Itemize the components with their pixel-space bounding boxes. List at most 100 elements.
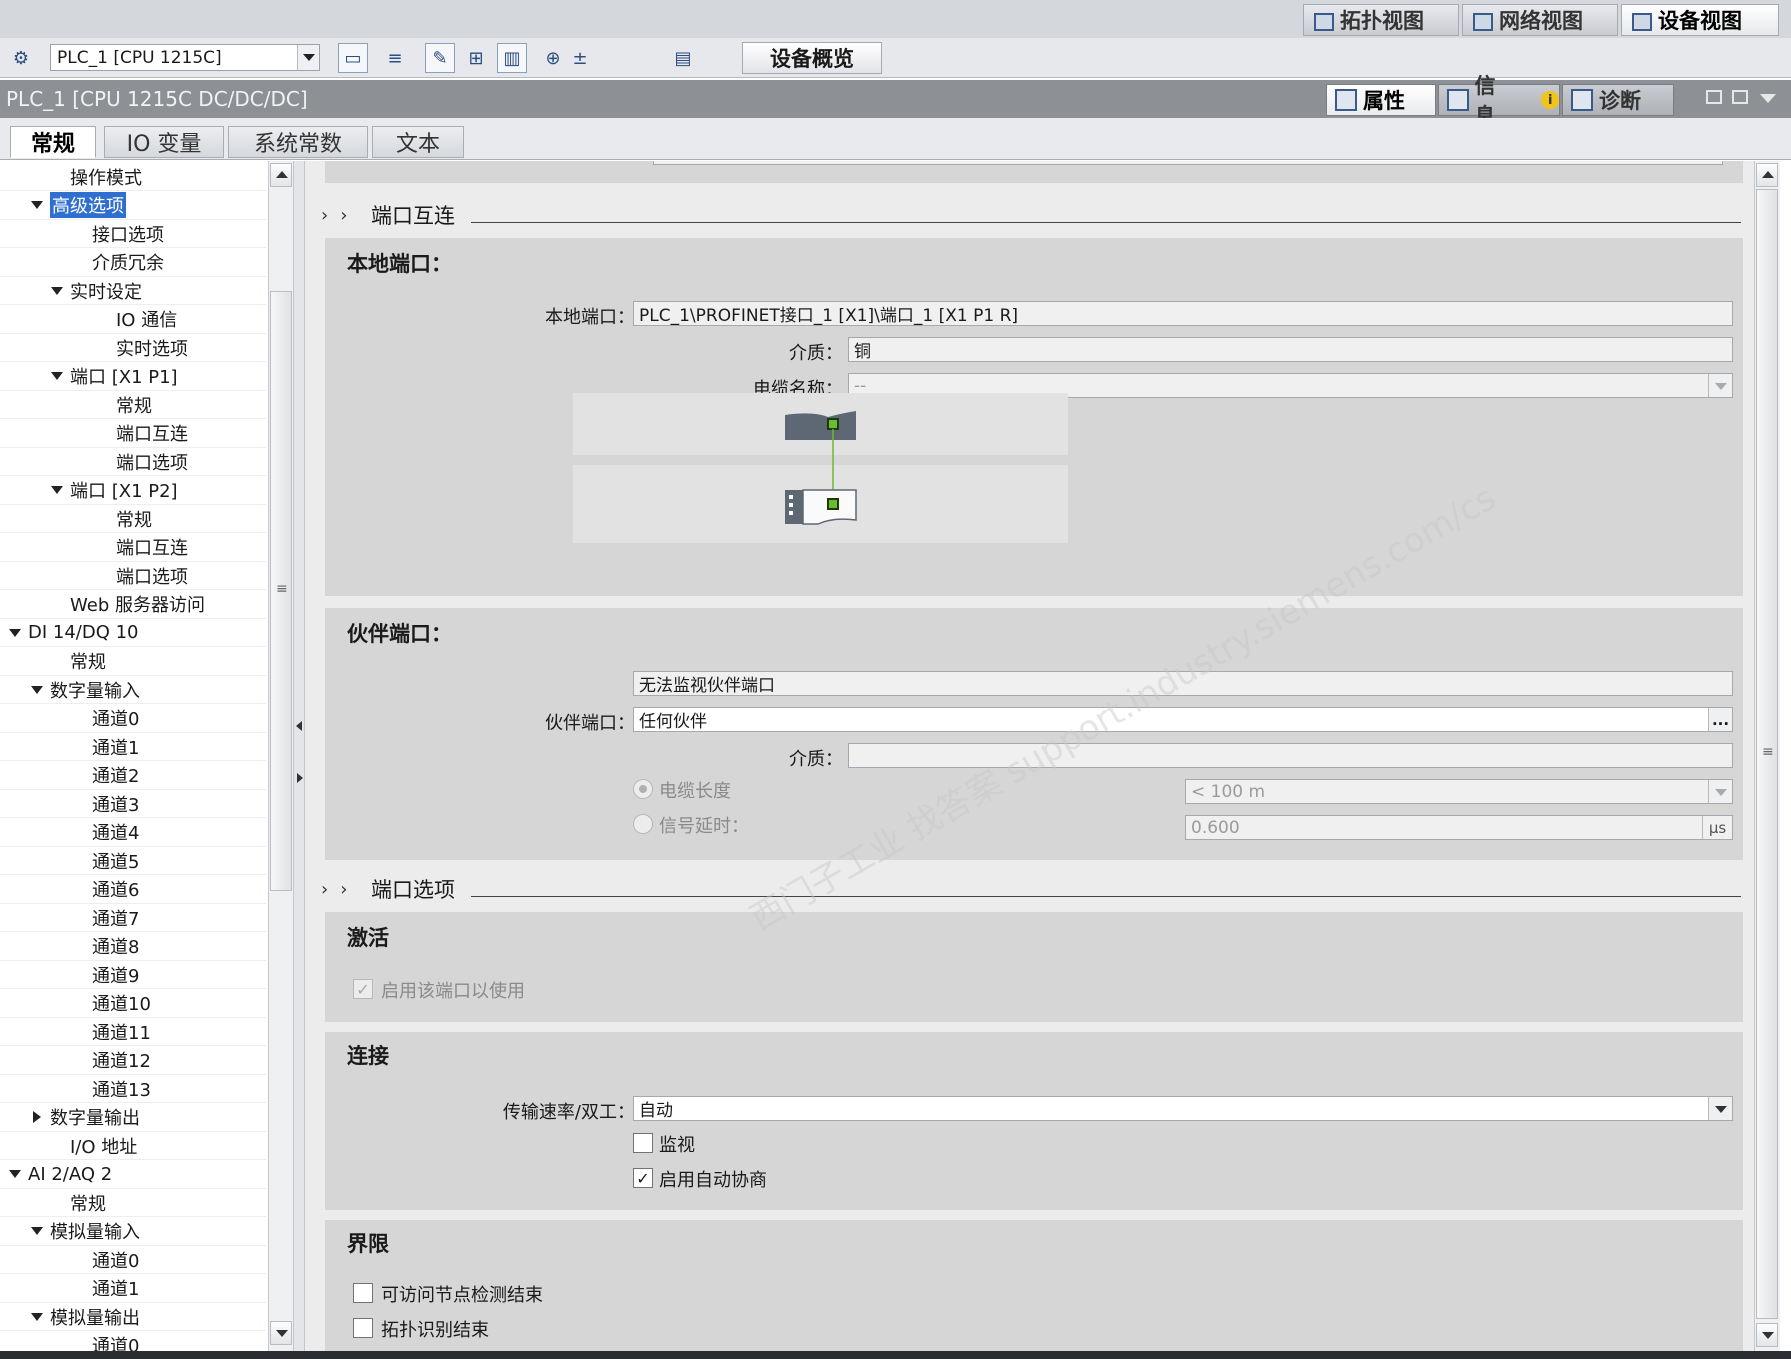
print-preview-icon[interactable]: ▤: [668, 43, 698, 73]
scroll-up-icon[interactable]: [1756, 163, 1778, 187]
device-properties-icon[interactable]: ▭: [338, 43, 368, 73]
tab-properties[interactable]: 属性: [1326, 84, 1436, 116]
tree-item[interactable]: 通道0: [0, 705, 266, 733]
tree-item[interactable]: 端口 [X1 P1]: [0, 363, 266, 391]
tree-item[interactable]: 模拟量输入: [0, 1218, 266, 1246]
cable-length-radio[interactable]: [633, 779, 653, 799]
chevron-down-icon[interactable]: [1708, 374, 1732, 397]
tree-item[interactable]: 常规: [0, 505, 266, 533]
transmission-rate-select[interactable]: 自动: [633, 1096, 1733, 1121]
tree-item[interactable]: 通道1: [0, 733, 266, 761]
device-overview-button[interactable]: 设备概览: [742, 42, 882, 74]
autonegotiation-checkbox[interactable]: ✓: [633, 1168, 653, 1188]
tree-item[interactable]: 通道9: [0, 961, 266, 989]
tree-item[interactable]: 通道0: [0, 1246, 266, 1274]
tree-item[interactable]: 通道10: [0, 990, 266, 1018]
collapse-arrow-icon[interactable]: [30, 683, 44, 697]
collapse-arrow-icon[interactable]: [50, 369, 64, 383]
float-window-icon[interactable]: [1706, 90, 1722, 104]
topology-discovery-end-checkbox[interactable]: [353, 1318, 373, 1338]
panel-splitter[interactable]: [293, 161, 305, 1351]
tree-item[interactable]: 通道13: [0, 1075, 266, 1103]
module-labels-icon[interactable]: ✎: [425, 43, 455, 73]
tree-item[interactable]: 数字量输入: [0, 676, 266, 704]
node-detection-end-checkbox[interactable]: [353, 1283, 373, 1303]
monitor-checkbox[interactable]: [633, 1133, 653, 1153]
tree-item[interactable]: 通道8: [0, 933, 266, 961]
collapse-arrow-icon[interactable]: [30, 1310, 44, 1324]
collapse-left-icon[interactable]: [296, 721, 302, 731]
zoom-in-icon[interactable]: ⊕: [538, 43, 568, 73]
grid-icon[interactable]: ⊞: [461, 43, 491, 73]
scroll-down-icon[interactable]: [1756, 1323, 1778, 1347]
tree-scroll-thumb[interactable]: [270, 291, 292, 891]
browse-partner-button[interactable]: ...: [1708, 708, 1732, 731]
section-port-interconnect[interactable]: ›› 端口互连: [321, 200, 1741, 230]
zoom-dropdown-icon[interactable]: ±: [565, 43, 595, 73]
tree-item[interactable]: 端口互连: [0, 420, 266, 448]
tab-network-view[interactable]: 网络视图: [1462, 4, 1618, 36]
tab-diagnostics[interactable]: 诊断: [1562, 84, 1674, 116]
tree-item[interactable]: 数字量输出: [0, 1104, 266, 1132]
tree-item[interactable]: 接口选项: [0, 220, 266, 248]
scroll-up-icon[interactable]: [270, 163, 292, 187]
tree-scrollbar[interactable]: [268, 161, 293, 1351]
tree-item[interactable]: 端口选项: [0, 448, 266, 476]
chevron-down-icon[interactable]: [1708, 780, 1732, 803]
tab-info[interactable]: 信息 i: [1438, 74, 1560, 128]
collapse-arrow-icon[interactable]: [8, 626, 22, 640]
tab-topology-view[interactable]: 拓扑视图: [1303, 4, 1459, 36]
tree-item[interactable]: 通道12: [0, 1047, 266, 1075]
partner-port-field[interactable]: 任何伙伴...: [633, 707, 1733, 732]
collapse-inspector-icon[interactable]: [1760, 94, 1776, 103]
tree-item[interactable]: 通道1: [0, 1275, 266, 1303]
tree-item[interactable]: 常规: [0, 1189, 266, 1217]
tree-item[interactable]: 端口 [X1 P2]: [0, 477, 266, 505]
chevron-down-icon[interactable]: [1708, 1097, 1732, 1120]
content-scrollbar[interactable]: [1754, 161, 1780, 1351]
tab-texts[interactable]: 文本: [372, 126, 464, 158]
chevron-down-icon[interactable]: [297, 45, 319, 70]
tree-item[interactable]: 常规: [0, 391, 266, 419]
expand-right-icon[interactable]: [297, 773, 303, 783]
tree-item[interactable]: DI 14/DQ 10: [0, 619, 266, 647]
tree-item[interactable]: 通道11: [0, 1018, 266, 1046]
tree-item[interactable]: 通道0: [0, 1332, 266, 1351]
tab-general[interactable]: 常规: [10, 126, 96, 158]
tree-item[interactable]: 通道5: [0, 847, 266, 875]
collapse-arrow-icon[interactable]: [30, 1224, 44, 1238]
collapse-arrow-icon[interactable]: [8, 1167, 22, 1181]
maximize-window-icon[interactable]: [1732, 90, 1748, 104]
cable-length-select[interactable]: < 100 m: [1185, 779, 1733, 804]
collapse-arrow-icon[interactable]: [30, 198, 44, 212]
content-scroll-thumb[interactable]: [1756, 189, 1778, 1319]
tree-item[interactable]: 常规: [0, 648, 266, 676]
tree-item[interactable]: 通道4: [0, 819, 266, 847]
signal-delay-radio[interactable]: [633, 814, 653, 834]
tree-item[interactable]: IO 通信: [0, 306, 266, 334]
section-port-options[interactable]: ›› 端口选项: [321, 874, 1741, 904]
tree-item[interactable]: 介质冗余: [0, 249, 266, 277]
tree-item[interactable]: 通道3: [0, 790, 266, 818]
tree-item[interactable]: 端口选项: [0, 562, 266, 590]
tree-item[interactable]: AI 2/AQ 2: [0, 1161, 266, 1189]
page-break-icon[interactable]: ▥: [497, 43, 527, 73]
tree-item[interactable]: 实时设定: [0, 277, 266, 305]
tree-item[interactable]: 通道7: [0, 904, 266, 932]
tab-system-constants[interactable]: 系统常数: [228, 126, 368, 158]
device-select[interactable]: PLC_1 [CPU 1215C]: [50, 44, 320, 71]
tree-item[interactable]: 模拟量输出: [0, 1303, 266, 1331]
tree-item[interactable]: 端口互连: [0, 534, 266, 562]
tree-item[interactable]: 通道6: [0, 876, 266, 904]
collapse-arrow-icon[interactable]: [50, 284, 64, 298]
scroll-down-icon[interactable]: [270, 1321, 292, 1345]
tree-item[interactable]: 实时选项: [0, 334, 266, 362]
tree-item[interactable]: I/O 地址: [0, 1132, 266, 1160]
tree-item[interactable]: 通道2: [0, 762, 266, 790]
enable-port-checkbox[interactable]: ✓: [353, 979, 373, 999]
show-names-icon[interactable]: ≡: [380, 43, 410, 73]
tree-item[interactable]: Web 服务器访问: [0, 591, 266, 619]
network-config-icon[interactable]: ⚙: [6, 43, 36, 73]
tree-item[interactable]: 高级选项: [0, 192, 266, 220]
tab-device-view[interactable]: 设备视图: [1621, 4, 1779, 36]
